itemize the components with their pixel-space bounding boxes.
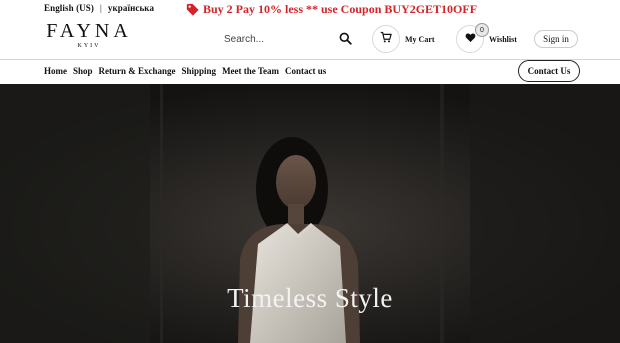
wishlist-button[interactable]: 0 Wishlist bbox=[456, 23, 517, 53]
promo-banner: Buy 2 Pay 10% less ** use Coupon BUY2GET… bbox=[186, 2, 477, 17]
nav-item-contact-us[interactable]: Contact us bbox=[285, 66, 326, 76]
wishlist-label: Wishlist bbox=[489, 34, 517, 44]
tag-icon bbox=[186, 3, 199, 16]
nav-item-home[interactable]: Home bbox=[44, 66, 67, 76]
cart-icon-wrapper bbox=[372, 25, 400, 53]
nav-item-shop[interactable]: Shop bbox=[73, 66, 93, 76]
main-nav: Home Shop Return & Exchange Shipping Mee… bbox=[44, 66, 326, 76]
language-switcher: English (US) | українська bbox=[44, 3, 154, 13]
search-bar bbox=[218, 28, 358, 50]
language-english[interactable]: English (US) bbox=[44, 3, 94, 13]
logo-city: KYIV bbox=[77, 43, 101, 49]
cart-icon bbox=[380, 30, 392, 48]
contact-us-button[interactable]: Contact Us bbox=[518, 60, 580, 82]
heart-icon bbox=[465, 30, 476, 48]
top-bar: English (US) | українська Buy 2 Pay 10% le… bbox=[0, 0, 620, 20]
language-separator: | bbox=[99, 3, 102, 13]
language-ukrainian[interactable]: українська bbox=[108, 3, 154, 13]
sign-in-button[interactable]: Sign in bbox=[534, 30, 578, 48]
cart-button[interactable]: My Cart bbox=[372, 25, 435, 53]
wishlist-icon-wrapper: 0 bbox=[456, 23, 489, 53]
search-icon[interactable] bbox=[339, 32, 352, 50]
hero-title: Timeless Style bbox=[227, 283, 393, 313]
hero-banner: Timeless Style bbox=[0, 84, 620, 343]
cart-label: My Cart bbox=[405, 34, 435, 44]
nav-item-return-exchange[interactable]: Return & Exchange bbox=[99, 66, 176, 76]
site-logo[interactable]: FAYNA KYIV bbox=[44, 20, 134, 49]
nav-item-meet-the-team[interactable]: Meet the Team bbox=[222, 66, 279, 76]
nav-item-shipping[interactable]: Shipping bbox=[182, 66, 217, 76]
wishlist-count-badge: 0 bbox=[475, 23, 489, 37]
promo-text: Buy 2 Pay 10% less ** use Coupon BUY2GET… bbox=[203, 2, 478, 16]
logo-brand: FAYNA bbox=[46, 20, 132, 42]
search-input[interactable] bbox=[218, 33, 336, 45]
